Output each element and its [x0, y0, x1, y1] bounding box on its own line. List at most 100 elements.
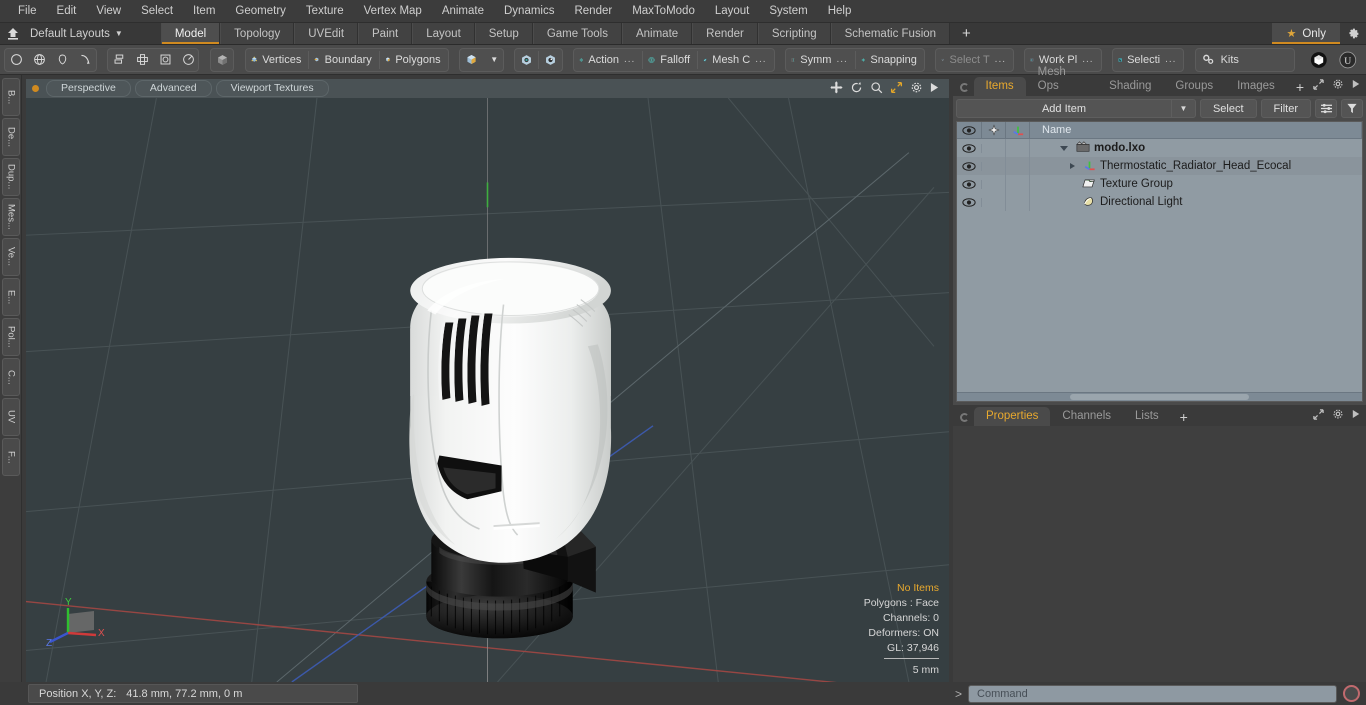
tab-lists[interactable]: Lists	[1123, 407, 1171, 426]
table-row[interactable]: Directional Light	[957, 193, 1362, 211]
mesh-constraint-button[interactable]: Mesh C ...	[698, 49, 774, 71]
left-tab-polygon[interactable]: Pol...	[2, 318, 20, 356]
unreal-icon[interactable]: U	[1334, 49, 1362, 71]
row-lock-cell[interactable]	[982, 139, 1006, 157]
panel-menu-dot-icon[interactable]	[960, 413, 969, 422]
tree-item-scene[interactable]: modo.lxo	[1030, 141, 1362, 155]
row-visibility-toggle[interactable]	[957, 161, 982, 171]
tab-images[interactable]: Images	[1225, 77, 1287, 96]
menu-item-help[interactable]: Help	[818, 0, 862, 23]
viewport-shading-button[interactable]: Advanced	[134, 80, 212, 97]
menu-item-view[interactable]: View	[86, 0, 131, 23]
layout-tab-paint[interactable]: Paint	[358, 23, 413, 44]
left-tab-mesh-edit[interactable]: Mes...	[2, 198, 20, 236]
action-center-button[interactable]: Action ...	[574, 49, 643, 71]
left-tab-edge[interactable]: E...	[2, 278, 20, 316]
tree-item-directional-light[interactable]: Directional Light	[1030, 195, 1362, 210]
expand-icon[interactable]	[1313, 408, 1324, 423]
panel-menu-dot-icon[interactable]	[960, 83, 969, 92]
record-led-icon[interactable]	[1343, 685, 1360, 702]
menu-item-file[interactable]: File	[8, 0, 47, 23]
center-tool-icon[interactable]	[131, 49, 154, 71]
menu-item-layout[interactable]: Layout	[705, 0, 760, 23]
left-tab-vertex[interactable]: Ve...	[2, 238, 20, 276]
filter-button[interactable]: Filter	[1260, 99, 1311, 118]
default-layouts-dropdown[interactable]: Default Layouts ▼	[26, 23, 133, 44]
play-icon[interactable]	[930, 82, 939, 96]
layout-tab-scripting[interactable]: Scripting	[757, 23, 831, 44]
add-properties-tab-button[interactable]: +	[1171, 410, 1197, 426]
kits-button[interactable]: Kits	[1196, 49, 1246, 71]
add-layout-tab-button[interactable]: +	[950, 23, 983, 44]
list-options-icon[interactable]	[1315, 99, 1337, 118]
layout-tab-model[interactable]: Model	[160, 23, 221, 44]
tab-channels[interactable]: Channels	[1050, 407, 1123, 426]
gear-icon[interactable]	[910, 81, 923, 97]
select-through-button[interactable]: Select T ...	[936, 49, 1013, 71]
fit-icon[interactable]	[890, 81, 903, 97]
layout-tab-animate[interactable]: Animate	[621, 23, 693, 44]
row-axis-cell[interactable]	[1006, 175, 1030, 193]
snapping-button[interactable]: Snapping	[856, 49, 924, 71]
left-tab-basic[interactable]: B...	[2, 78, 20, 116]
falloff-button[interactable]: Falloff	[643, 49, 697, 71]
row-visibility-toggle[interactable]	[957, 197, 982, 207]
layout-tab-game-tools[interactable]: Game Tools	[532, 23, 622, 44]
items-tree-horizontal-scrollbar[interactable]	[957, 392, 1362, 401]
viewport-projection-button[interactable]: Perspective	[46, 80, 131, 97]
menu-item-render[interactable]: Render	[564, 0, 622, 23]
tree-item-texture-group[interactable]: Texture Group	[1030, 177, 1362, 192]
falloff-sphere-alt-icon[interactable]	[539, 49, 562, 71]
selection-set-button[interactable]: Selecti ...	[1113, 49, 1184, 71]
eye-icon[interactable]	[957, 122, 982, 139]
layout-tab-schematic-fusion[interactable]: Schematic Fusion	[830, 23, 951, 44]
zoom-icon[interactable]	[870, 81, 883, 97]
align-tool-icon[interactable]	[108, 49, 131, 71]
layout-tab-topology[interactable]: Topology	[220, 23, 295, 44]
symmetry-button[interactable]: Symm ...	[786, 49, 855, 71]
items-tree[interactable]: Name modo.lxo Thermostatic_Radiator_Head…	[956, 121, 1363, 402]
select-button[interactable]: Select	[1199, 99, 1257, 118]
row-axis-cell[interactable]	[1006, 157, 1030, 175]
table-row[interactable]: Thermostatic_Radiator_Head_Ecocal	[957, 157, 1362, 175]
left-tab-curve[interactable]: C...	[2, 358, 20, 396]
circle-tool-icon[interactable]	[5, 49, 28, 71]
viewport-textures-button[interactable]: Viewport Textures	[215, 80, 329, 97]
3d-viewport[interactable]: Y X Z No Items Polygons : Face Channels:…	[26, 98, 949, 682]
row-lock-cell[interactable]	[982, 157, 1006, 175]
play-icon[interactable]	[1352, 79, 1360, 92]
tab-mesh-ops[interactable]: Mesh Ops	[1026, 63, 1098, 96]
row-axis-cell[interactable]	[1006, 139, 1030, 157]
lock-icon[interactable]	[982, 122, 1006, 139]
left-tab-duplicate[interactable]: Dup...	[2, 158, 20, 196]
tab-items[interactable]: Items	[973, 77, 1026, 96]
tab-properties[interactable]: Properties	[974, 407, 1051, 426]
chevron-down-icon[interactable]: ▼	[1170, 100, 1195, 117]
tab-groups[interactable]: Groups	[1163, 77, 1225, 96]
curve-tool-icon[interactable]	[74, 49, 96, 71]
left-tab-deform[interactable]: De...	[2, 118, 20, 156]
chevron-right-icon[interactable]	[1070, 163, 1075, 169]
row-visibility-toggle[interactable]	[957, 179, 982, 189]
menu-item-animate[interactable]: Animate	[432, 0, 494, 23]
chevron-down-icon[interactable]: ▼	[483, 49, 503, 71]
globe-tool-icon[interactable]	[28, 49, 51, 71]
substance-icon[interactable]	[1305, 49, 1333, 71]
menu-item-system[interactable]: System	[759, 0, 817, 23]
table-row[interactable]: modo.lxo	[957, 139, 1362, 157]
gear-icon[interactable]	[1340, 23, 1366, 44]
menu-item-select[interactable]: Select	[131, 0, 183, 23]
menu-item-vertex-map[interactable]: Vertex Map	[354, 0, 432, 23]
selection-cube-icon[interactable]	[460, 49, 483, 71]
tree-item-mesh[interactable]: Thermostatic_Radiator_Head_Ecocal	[1030, 159, 1362, 174]
boundary-mode-button[interactable]: Boundary	[309, 49, 379, 71]
pan-icon[interactable]	[830, 80, 843, 97]
layout-tab-setup[interactable]: Setup	[474, 23, 533, 44]
axis-icon[interactable]	[1006, 122, 1030, 139]
add-item-dropdown[interactable]: Add Item ▼	[956, 99, 1196, 118]
gear-icon[interactable]	[1332, 408, 1344, 423]
command-input[interactable]: Command	[968, 684, 1337, 703]
layout-tab-uvedit[interactable]: UVEdit	[294, 23, 359, 44]
play-icon[interactable]	[1352, 409, 1360, 422]
menu-item-geometry[interactable]: Geometry	[225, 0, 296, 23]
